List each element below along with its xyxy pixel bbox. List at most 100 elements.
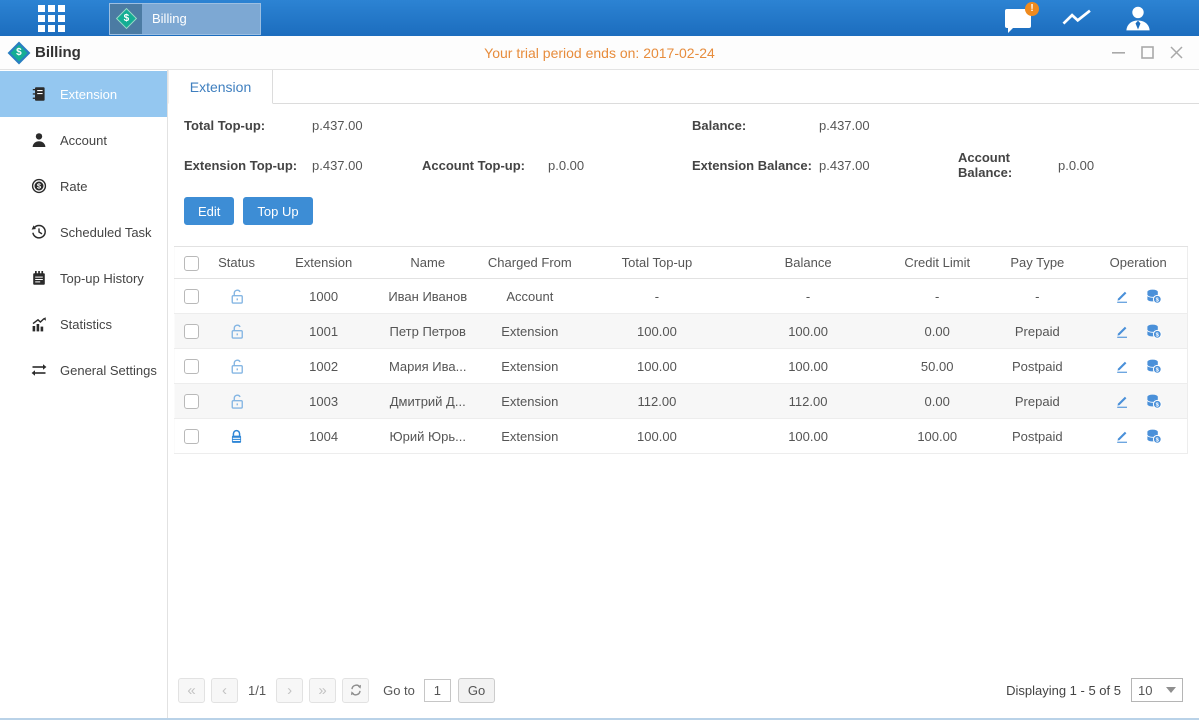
refresh-icon[interactable] bbox=[342, 678, 369, 703]
cell-balance: 112.00 bbox=[727, 384, 889, 419]
edit-button[interactable]: Edit bbox=[184, 197, 234, 225]
cell-credit-limit: - bbox=[889, 279, 985, 314]
billing-logo-icon: $ bbox=[8, 41, 31, 64]
cell-name: Дмитрий Д... bbox=[383, 384, 473, 419]
sidebar-item-label: Scheduled Task bbox=[60, 225, 152, 240]
resource-monitor-chart-icon[interactable] bbox=[1061, 6, 1093, 30]
sidebar-item-general-settings[interactable]: General Settings bbox=[0, 347, 167, 393]
sidebar: Extension Account $ bbox=[0, 70, 168, 718]
cell-balance: 100.00 bbox=[727, 314, 889, 349]
notifications-message-icon[interactable]: ! bbox=[1005, 9, 1031, 28]
cell-name: Петр Петров bbox=[383, 314, 473, 349]
prev-page-button[interactable]: ‹ bbox=[211, 678, 238, 703]
extension-topup-value: p.437.00 bbox=[312, 158, 422, 173]
sidebar-item-account[interactable]: Account bbox=[0, 117, 167, 163]
last-page-button[interactable]: » bbox=[309, 678, 336, 703]
minimize-icon[interactable] bbox=[1112, 46, 1125, 59]
table-row: 1000 Иван Иванов Account - - - - $ bbox=[175, 279, 1188, 314]
main-content: Extension Total Top-up: p.437.00 Balance… bbox=[168, 70, 1199, 718]
cell-extension: 1003 bbox=[265, 384, 383, 419]
table-header-row: Status Extension Name Charged From Total… bbox=[175, 247, 1188, 279]
unlock-icon[interactable] bbox=[210, 288, 264, 305]
first-page-button[interactable]: « bbox=[178, 678, 205, 703]
top-up-coins-icon[interactable]: $ bbox=[1146, 393, 1162, 409]
maximize-icon[interactable] bbox=[1141, 46, 1154, 59]
general-settings-sliders-icon bbox=[30, 362, 47, 378]
billing-dollar-diamond-icon: $ bbox=[110, 4, 142, 34]
total-topup-label: Total Top-up: bbox=[184, 118, 312, 133]
tab-extension[interactable]: Extension bbox=[168, 70, 273, 104]
cell-pay-type: Prepaid bbox=[985, 384, 1089, 419]
cell-balance: 100.00 bbox=[727, 349, 889, 384]
top-up-button[interactable]: Top Up bbox=[243, 197, 312, 225]
row-checkbox[interactable] bbox=[184, 429, 199, 444]
top-up-coins-icon[interactable]: $ bbox=[1146, 288, 1162, 304]
cell-name: Мария Ива... bbox=[383, 349, 473, 384]
cell-pay-type: Postpaid bbox=[985, 349, 1089, 384]
row-checkbox[interactable] bbox=[184, 324, 199, 339]
goto-label: Go to bbox=[383, 683, 415, 698]
row-checkbox[interactable] bbox=[184, 289, 199, 304]
sidebar-item-label: Statistics bbox=[60, 317, 112, 332]
cell-charged-from: Extension bbox=[473, 419, 587, 454]
cell-credit-limit: 100.00 bbox=[889, 419, 985, 454]
window-title: Billing bbox=[35, 44, 81, 61]
top-up-coins-icon[interactable]: $ bbox=[1146, 428, 1162, 444]
col-pay-type: Pay Type bbox=[985, 247, 1089, 279]
next-page-button[interactable]: › bbox=[276, 678, 303, 703]
sidebar-item-scheduled-task[interactable]: Scheduled Task bbox=[0, 209, 167, 255]
table-row: 1004 Юрий Юрь... Extension 100.00 100.00… bbox=[175, 419, 1188, 454]
sidebar-item-label: Account bbox=[60, 133, 107, 148]
unlock-icon[interactable] bbox=[210, 393, 264, 410]
notification-badge: ! bbox=[1025, 2, 1039, 16]
go-button[interactable]: Go bbox=[458, 678, 495, 703]
page-indicator: 1/1 bbox=[248, 683, 266, 698]
cell-extension: 1004 bbox=[265, 419, 383, 454]
edit-pencil-icon[interactable] bbox=[1114, 323, 1130, 339]
edit-pencil-icon[interactable] bbox=[1114, 288, 1130, 304]
trial-notice: Your trial period ends on: 2017-02-24 bbox=[0, 45, 1199, 61]
top-up-coins-icon[interactable]: $ bbox=[1146, 358, 1162, 374]
lock-icon[interactable] bbox=[210, 428, 264, 445]
cell-total-topup: 100.00 bbox=[587, 419, 727, 454]
table-row: 1003 Дмитрий Д... Extension 112.00 112.0… bbox=[175, 384, 1188, 419]
edit-pencil-icon[interactable] bbox=[1114, 358, 1130, 374]
sidebar-item-label: Rate bbox=[60, 179, 87, 194]
table-row: 1002 Мария Ива... Extension 100.00 100.0… bbox=[175, 349, 1188, 384]
app-tab-label: Billing bbox=[152, 11, 187, 26]
apps-grid-icon[interactable] bbox=[38, 5, 65, 32]
cell-balance: - bbox=[727, 279, 889, 314]
balance-label: Balance: bbox=[692, 118, 819, 133]
unlock-icon[interactable] bbox=[210, 323, 264, 340]
user-account-icon[interactable] bbox=[1123, 5, 1153, 31]
close-icon[interactable] bbox=[1170, 46, 1183, 59]
edit-pencil-icon[interactable] bbox=[1114, 393, 1130, 409]
row-checkbox[interactable] bbox=[184, 359, 199, 374]
col-balance: Balance bbox=[727, 247, 889, 279]
top-up-coins-icon[interactable]: $ bbox=[1146, 323, 1162, 339]
billing-window: $ Billing ! Your tr bbox=[0, 0, 1199, 720]
sidebar-item-label: Extension bbox=[60, 87, 117, 102]
sidebar-item-statistics[interactable]: Statistics bbox=[0, 301, 167, 347]
cell-charged-from: Extension bbox=[473, 349, 587, 384]
page-size-value: 10 bbox=[1138, 683, 1152, 698]
rate-dollar-icon: $ bbox=[30, 178, 47, 194]
sidebar-item-rate[interactable]: $ Rate bbox=[0, 163, 167, 209]
sidebar-item-extension[interactable]: Extension bbox=[0, 71, 167, 117]
statistics-chart-icon bbox=[30, 316, 47, 332]
app-tab-billing[interactable]: $ Billing bbox=[109, 3, 261, 35]
select-all-checkbox[interactable] bbox=[184, 256, 199, 271]
sidebar-item-topup-history[interactable]: Top-up History bbox=[0, 255, 167, 301]
col-extension: Extension bbox=[265, 247, 383, 279]
edit-pencil-icon[interactable] bbox=[1114, 428, 1130, 444]
row-checkbox[interactable] bbox=[184, 394, 199, 409]
cell-total-topup: 112.00 bbox=[587, 384, 727, 419]
goto-page-input[interactable] bbox=[424, 679, 451, 702]
cell-total-topup: - bbox=[587, 279, 727, 314]
cell-extension: 1000 bbox=[265, 279, 383, 314]
window-title-bar: Your trial period ends on: 2017-02-24 $ … bbox=[0, 36, 1199, 70]
unlock-icon[interactable] bbox=[210, 358, 264, 375]
extension-topup-label: Extension Top-up: bbox=[184, 158, 312, 173]
col-credit-limit: Credit Limit bbox=[889, 247, 985, 279]
page-size-select[interactable]: 10 bbox=[1131, 678, 1183, 702]
